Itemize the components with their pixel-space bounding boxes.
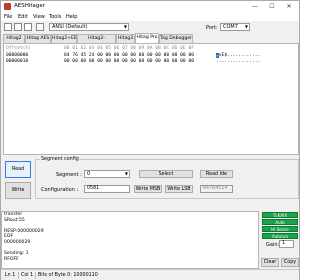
tab-hitag-aes[interactable]: Hitag AES <box>25 34 51 43</box>
new-file-icon[interactable] <box>4 23 12 31</box>
maximize-button[interactable]: ☐ <box>264 1 280 12</box>
led-tlk-rx[interactable]: TLK/RX <box>262 212 298 218</box>
hex-row-ascii[interactable]: „vE$............ <box>216 53 260 58</box>
save-icon[interactable] <box>24 23 32 31</box>
menu-view[interactable]: View <box>33 14 45 20</box>
open-folder-icon[interactable] <box>14 23 22 31</box>
segment-config-legend: Segment config <box>40 157 80 162</box>
select-button[interactable]: Select <box>139 170 193 178</box>
tab-strip: Hitag2 Hitag AES Hitag2+EE Hitag2-Extend… <box>3 33 299 49</box>
write-msb-button[interactable]: Write MSB <box>134 185 162 193</box>
segment-config-group: Segment config Segment : 0 ▼ Select Read… <box>35 157 299 199</box>
chevron-down-icon: ▼ <box>244 24 248 29</box>
port-value: COM7 <box>223 24 238 30</box>
chevron-down-icon: ▼ <box>124 171 128 176</box>
hex-row-ascii[interactable]: ................ <box>216 59 260 64</box>
segment-value: 0 <box>87 171 91 177</box>
side-panel: TLK/RX Auto Hi Sense Autorun Gain: 1 Cle… <box>260 211 300 269</box>
read-button[interactable]: Read <box>5 161 31 178</box>
tab-hitag-pro[interactable]: Hitag Pro <box>135 33 159 43</box>
copy-button[interactable]: Copy <box>281 258 299 267</box>
ascii-rest: vE$............ <box>218 53 261 58</box>
reload-icon[interactable] <box>36 23 44 31</box>
port-label: Port: <box>206 25 218 31</box>
read-ide-button[interactable]: Read Ide <box>200 170 233 178</box>
write-button[interactable]: Write <box>5 182 31 199</box>
led-hi-sense[interactable]: Hi Sense <box>262 226 298 232</box>
gain-stepper[interactable]: 1 <box>279 240 294 248</box>
hex-row-offset: 00000000 <box>6 53 29 58</box>
hex-header-columns: 00 01 02 03 04 05 06 07 08 09 0A 0B 0C 0… <box>64 46 194 51</box>
menu-edit[interactable]: Edit <box>18 14 28 20</box>
tab-hitag2-extended[interactable]: Hitag2-Extended <box>77 34 116 49</box>
hex-row-bytes[interactable]: 00 00 00 00 00 00 00 00 00 00 00 00 00 0… <box>64 59 194 64</box>
chevron-down-icon: ▼ <box>123 24 127 29</box>
app-window: AESHitager — ☐ ✕ File Edit View Tools He… <box>0 0 300 280</box>
led-autorun[interactable]: Autorun <box>262 233 298 239</box>
close-button[interactable]: ✕ <box>281 1 297 12</box>
status-bits: Bits of Byte 0: 10000110 <box>38 273 98 278</box>
gain-label: Gain: <box>266 242 280 248</box>
hex-header-offset: Offset(h) <box>6 46 31 51</box>
hex-row-offset: 00000010 <box>6 59 29 64</box>
status-separator <box>35 272 36 279</box>
encoding-value: ANSI (Default) <box>52 24 88 30</box>
hex-row-bytes[interactable]: 84 76 45 24 00 00 00 00 00 00 00 00 00 0… <box>64 53 194 58</box>
log-output[interactable]: transfer SRout:55 RESP:000000029 EOF 000… <box>1 211 259 269</box>
configuration-label: Configuration : <box>41 187 79 193</box>
hex-editor[interactable]: Offset(h) 00 01 02 03 04 05 06 07 08 09 … <box>3 43 299 155</box>
ide-value-field: 84764524 <box>200 185 233 193</box>
status-separator <box>18 272 19 279</box>
segment-label: Segment : <box>56 172 82 178</box>
log-line: RFOFF <box>4 256 19 262</box>
configuration-field[interactable]: 0581 <box>84 185 130 193</box>
menu-tools[interactable]: Tools <box>49 14 61 20</box>
clear-button[interactable]: Clear <box>261 258 279 267</box>
app-icon <box>4 3 11 10</box>
minimize-button[interactable]: — <box>247 1 263 12</box>
title-bar: AESHitager — ☐ ✕ <box>1 1 299 12</box>
menu-bar: File Edit View Tools Help <box>1 12 299 21</box>
status-column: Col 1 <box>21 273 34 278</box>
segment-select[interactable]: 0 ▼ <box>84 170 130 178</box>
menu-help[interactable]: Help <box>66 14 77 20</box>
tab-hitag2[interactable]: Hitag2 <box>3 34 25 43</box>
tab-hitag3[interactable]: Hitag3 <box>116 34 135 43</box>
status-line: Ln 1 <box>5 273 16 278</box>
write-lsb-button[interactable]: Write LSB <box>165 185 193 193</box>
menu-file[interactable]: File <box>4 14 12 20</box>
led-auto[interactable]: Auto <box>262 219 298 225</box>
tab-tag-debugger[interactable]: Tag Debugger <box>159 34 193 43</box>
toolbar: ANSI (Default) ▼ Port: COM7 ▼ <box>1 21 299 33</box>
encoding-select[interactable]: ANSI (Default) ▼ <box>49 23 129 31</box>
port-select[interactable]: COM7 ▼ <box>220 23 250 31</box>
window-title: AESHitager <box>14 3 46 9</box>
status-bar: Ln 1 Col 1 Bits of Byte 0: 10000110 <box>1 269 299 280</box>
tab-hitag2-ee[interactable]: Hitag2+EE <box>51 34 77 43</box>
